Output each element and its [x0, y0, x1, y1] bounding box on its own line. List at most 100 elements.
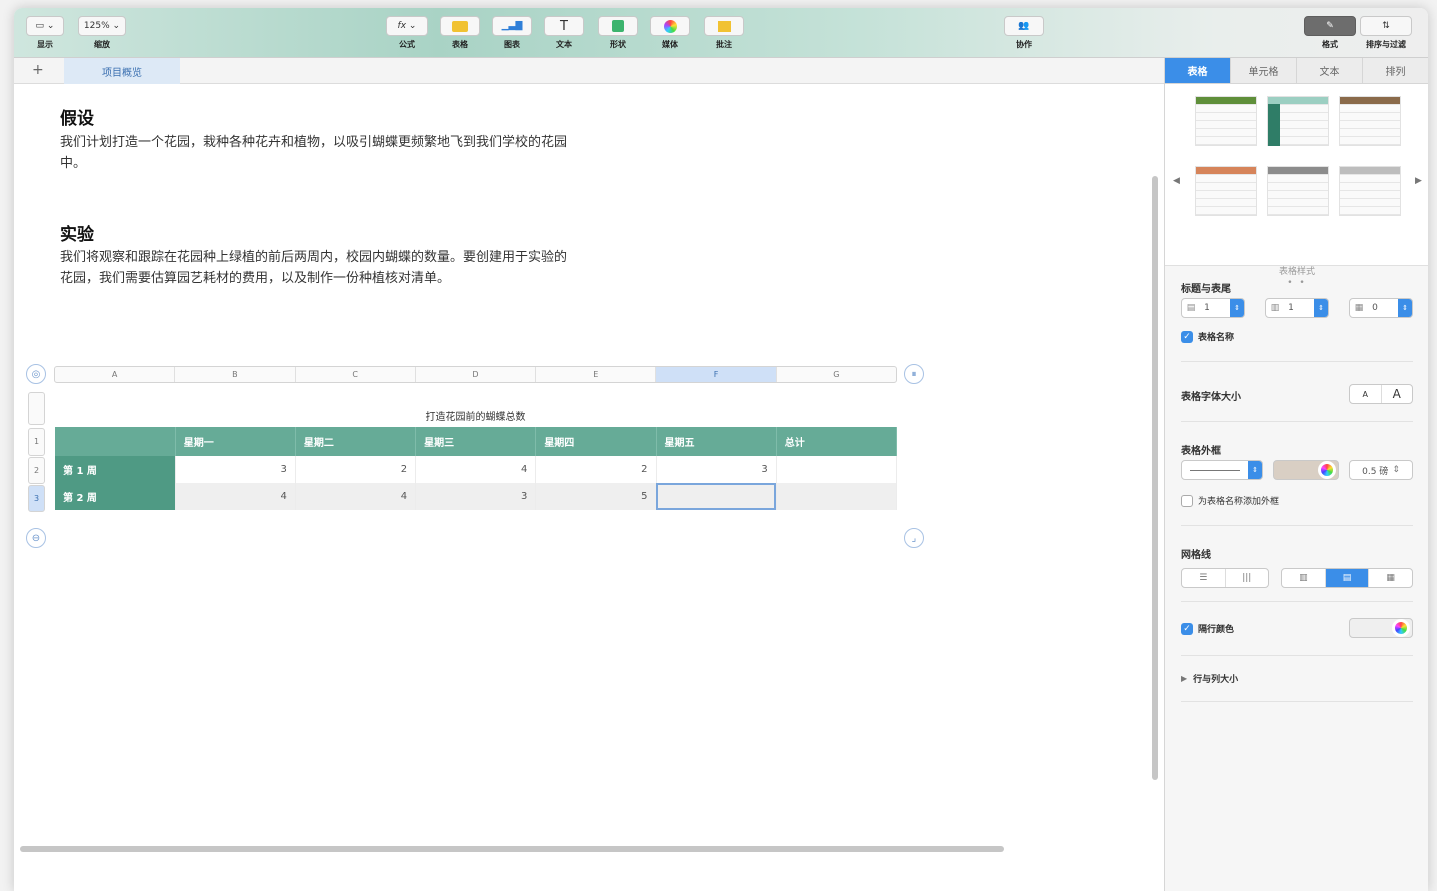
formula-icon[interactable]: fx ⌄ [386, 16, 428, 36]
table-header-cell[interactable]: 星期四 [535, 427, 657, 456]
table-header-cell[interactable]: 星期一 [175, 427, 296, 456]
header-columns-stepper[interactable]: ▥ 1 ⇕ [1265, 298, 1329, 318]
table-cell[interactable] [776, 483, 898, 510]
column-header[interactable]: G [777, 367, 896, 382]
table-name-checkbox[interactable]: ✓ 表格名称 [1181, 330, 1234, 343]
table-icon[interactable] [440, 16, 480, 36]
add-row-handle-icon[interactable]: ⊖ [26, 528, 46, 548]
media-tool[interactable]: 媒体 [650, 16, 690, 50]
active-table-cell[interactable] [656, 483, 777, 510]
column-header[interactable]: C [296, 367, 416, 382]
table-cell[interactable]: 3 [415, 483, 537, 510]
select-table-handle-icon[interactable]: ◎ [26, 364, 46, 384]
text-tool[interactable]: T 文本 [544, 16, 584, 50]
increase-font-button[interactable]: A [1382, 385, 1413, 403]
comment-icon[interactable] [704, 16, 744, 36]
sheet-canvas[interactable]: 假设 我们计划打造一个花园，栽种各种花卉和植物，以吸引蝴蝶更频繁地飞到我们学校的… [14, 84, 1151, 844]
format-brush-icon[interactable]: ✎ [1304, 16, 1356, 36]
view-tool[interactable]: ▭ ⌄ 显示 [26, 16, 64, 50]
table-style-thumb-gray[interactable] [1267, 166, 1329, 216]
tab-arrange[interactable]: 排列 [1363, 58, 1428, 83]
outline-table-name-checkbox[interactable]: 为表格名称添加外框 [1181, 494, 1279, 507]
table-cell[interactable]: 3 [656, 456, 777, 483]
horizontal-gridlines-icon[interactable]: ☰ [1182, 569, 1226, 587]
horizontal-scrollbar[interactable] [20, 846, 1004, 852]
column-header[interactable]: A [55, 367, 176, 382]
table-header-cell[interactable]: 总计 [776, 427, 898, 456]
stepper-arrows-icon[interactable]: ⇕ [1398, 299, 1412, 317]
outline-width-stepper[interactable]: 0.5 磅 ⇕ [1349, 460, 1413, 480]
row-label-cell[interactable]: 第 1 周 [55, 456, 176, 483]
row-column-size-disclosure[interactable]: ▶ 行与列大小 [1181, 672, 1238, 685]
column-header[interactable]: D [416, 367, 537, 382]
row-header-selected[interactable]: 3 [28, 485, 45, 512]
column-header[interactable]: B [175, 367, 296, 382]
formula-tool[interactable]: fx ⌄ 公式 [386, 16, 428, 50]
tab-table[interactable]: 表格 [1165, 58, 1231, 83]
table-header-cell[interactable] [55, 427, 176, 456]
outline-style-select[interactable]: ⇕ [1181, 460, 1263, 480]
table-cell[interactable]: 3 [175, 456, 296, 483]
disclosure-triangle-icon[interactable]: ▶ [1181, 674, 1187, 683]
media-icon[interactable] [650, 16, 690, 36]
comment-tool[interactable]: 批注 [704, 16, 744, 50]
column-header-selected[interactable]: F [656, 367, 777, 382]
table-tool[interactable]: 表格 [440, 16, 480, 50]
table-header-cell[interactable]: 星期二 [295, 427, 417, 456]
add-sheet-icon[interactable]: + [32, 62, 44, 78]
table-style-thumb-green[interactable] [1195, 96, 1257, 146]
vertical-gridlines-icon[interactable]: ||| [1226, 569, 1269, 587]
table-cell[interactable] [776, 456, 898, 483]
collaborate-tool[interactable]: 👥 协作 [1004, 16, 1044, 50]
prev-style-page-icon[interactable]: ◀ [1173, 176, 1180, 186]
table-style-thumb-teal[interactable] [1267, 96, 1329, 146]
column-header[interactable]: E [536, 367, 657, 382]
table-cell[interactable]: 2 [535, 456, 657, 483]
header-column-gridlines-icon[interactable]: ▥ [1282, 569, 1326, 587]
table-cell[interactable]: 4 [295, 483, 417, 510]
next-style-page-icon[interactable]: ▶ [1415, 176, 1422, 186]
table-cell[interactable]: 4 [175, 483, 296, 510]
shape-tool[interactable]: 形状 [598, 16, 638, 50]
collaborate-icon[interactable]: 👥 [1004, 16, 1044, 36]
stepper-arrows-icon[interactable]: ⇕ [1314, 299, 1328, 317]
text-icon[interactable]: T [544, 16, 584, 36]
zoom-tool[interactable]: 125% ⌄ 缩放 [78, 16, 126, 50]
sort-filter-tool[interactable]: ⇅ 排序与过滤 [1360, 16, 1412, 50]
table-caption[interactable]: 打造花园前的蝴蝶总数 [54, 408, 897, 423]
table-cell[interactable]: 4 [415, 456, 537, 483]
resize-table-handle-icon[interactable]: ⌟ [904, 528, 924, 548]
chart-tool[interactable]: ▁▃▇ 图表 [492, 16, 532, 50]
outline-color-well[interactable] [1273, 460, 1339, 480]
alternating-color-well[interactable] [1349, 618, 1413, 638]
sidebar-view-icon[interactable]: ▭ ⌄ [26, 16, 64, 36]
tab-text[interactable]: 文本 [1297, 58, 1363, 83]
table-style-thumb-orange[interactable] [1195, 166, 1257, 216]
shape-icon[interactable] [598, 16, 638, 36]
stepper-arrows-icon[interactable]: ⇕ [1230, 299, 1244, 317]
table-cell[interactable]: 2 [295, 456, 417, 483]
footer-gridlines-icon[interactable]: ▦ [1369, 569, 1412, 587]
sheet-tab-overview[interactable]: 项目概览 [64, 58, 180, 84]
row-label-cell[interactable]: 第 2 周 [55, 483, 176, 510]
vertical-scrollbar[interactable] [1152, 176, 1158, 780]
chart-icon[interactable]: ▁▃▇ [492, 16, 532, 36]
table-style-thumb-brown[interactable] [1339, 96, 1401, 146]
header-row-gridlines-icon[interactable]: ▤ [1325, 569, 1370, 587]
add-column-handle-icon[interactable]: ⏸ [904, 364, 924, 384]
zoom-select[interactable]: 125% ⌄ [78, 16, 126, 36]
tab-cell[interactable]: 单元格 [1231, 58, 1297, 83]
sort-filter-icon[interactable]: ⇅ [1360, 16, 1412, 36]
format-tool[interactable]: ✎ 格式 [1304, 16, 1356, 50]
table-style-thumb-plain[interactable] [1339, 166, 1401, 216]
header-rows-stepper[interactable]: ▤ 1 ⇕ [1181, 298, 1245, 318]
decrease-font-button[interactable]: A [1350, 385, 1382, 403]
table-cell[interactable]: 5 [535, 483, 657, 510]
data-table[interactable]: 星期一 星期二 星期三 星期四 星期五 总计 第 1 周 3 2 4 2 3 第… [55, 427, 898, 510]
row-header[interactable]: 1 [28, 428, 45, 456]
table-header-cell[interactable]: 星期五 [656, 427, 777, 456]
stepper-arrows-icon[interactable]: ⇕ [1392, 465, 1400, 475]
color-wheel-icon[interactable] [1318, 461, 1336, 479]
alternating-rows-checkbox[interactable]: ✓ 隔行颜色 [1181, 622, 1234, 635]
color-wheel-icon[interactable] [1392, 619, 1410, 637]
